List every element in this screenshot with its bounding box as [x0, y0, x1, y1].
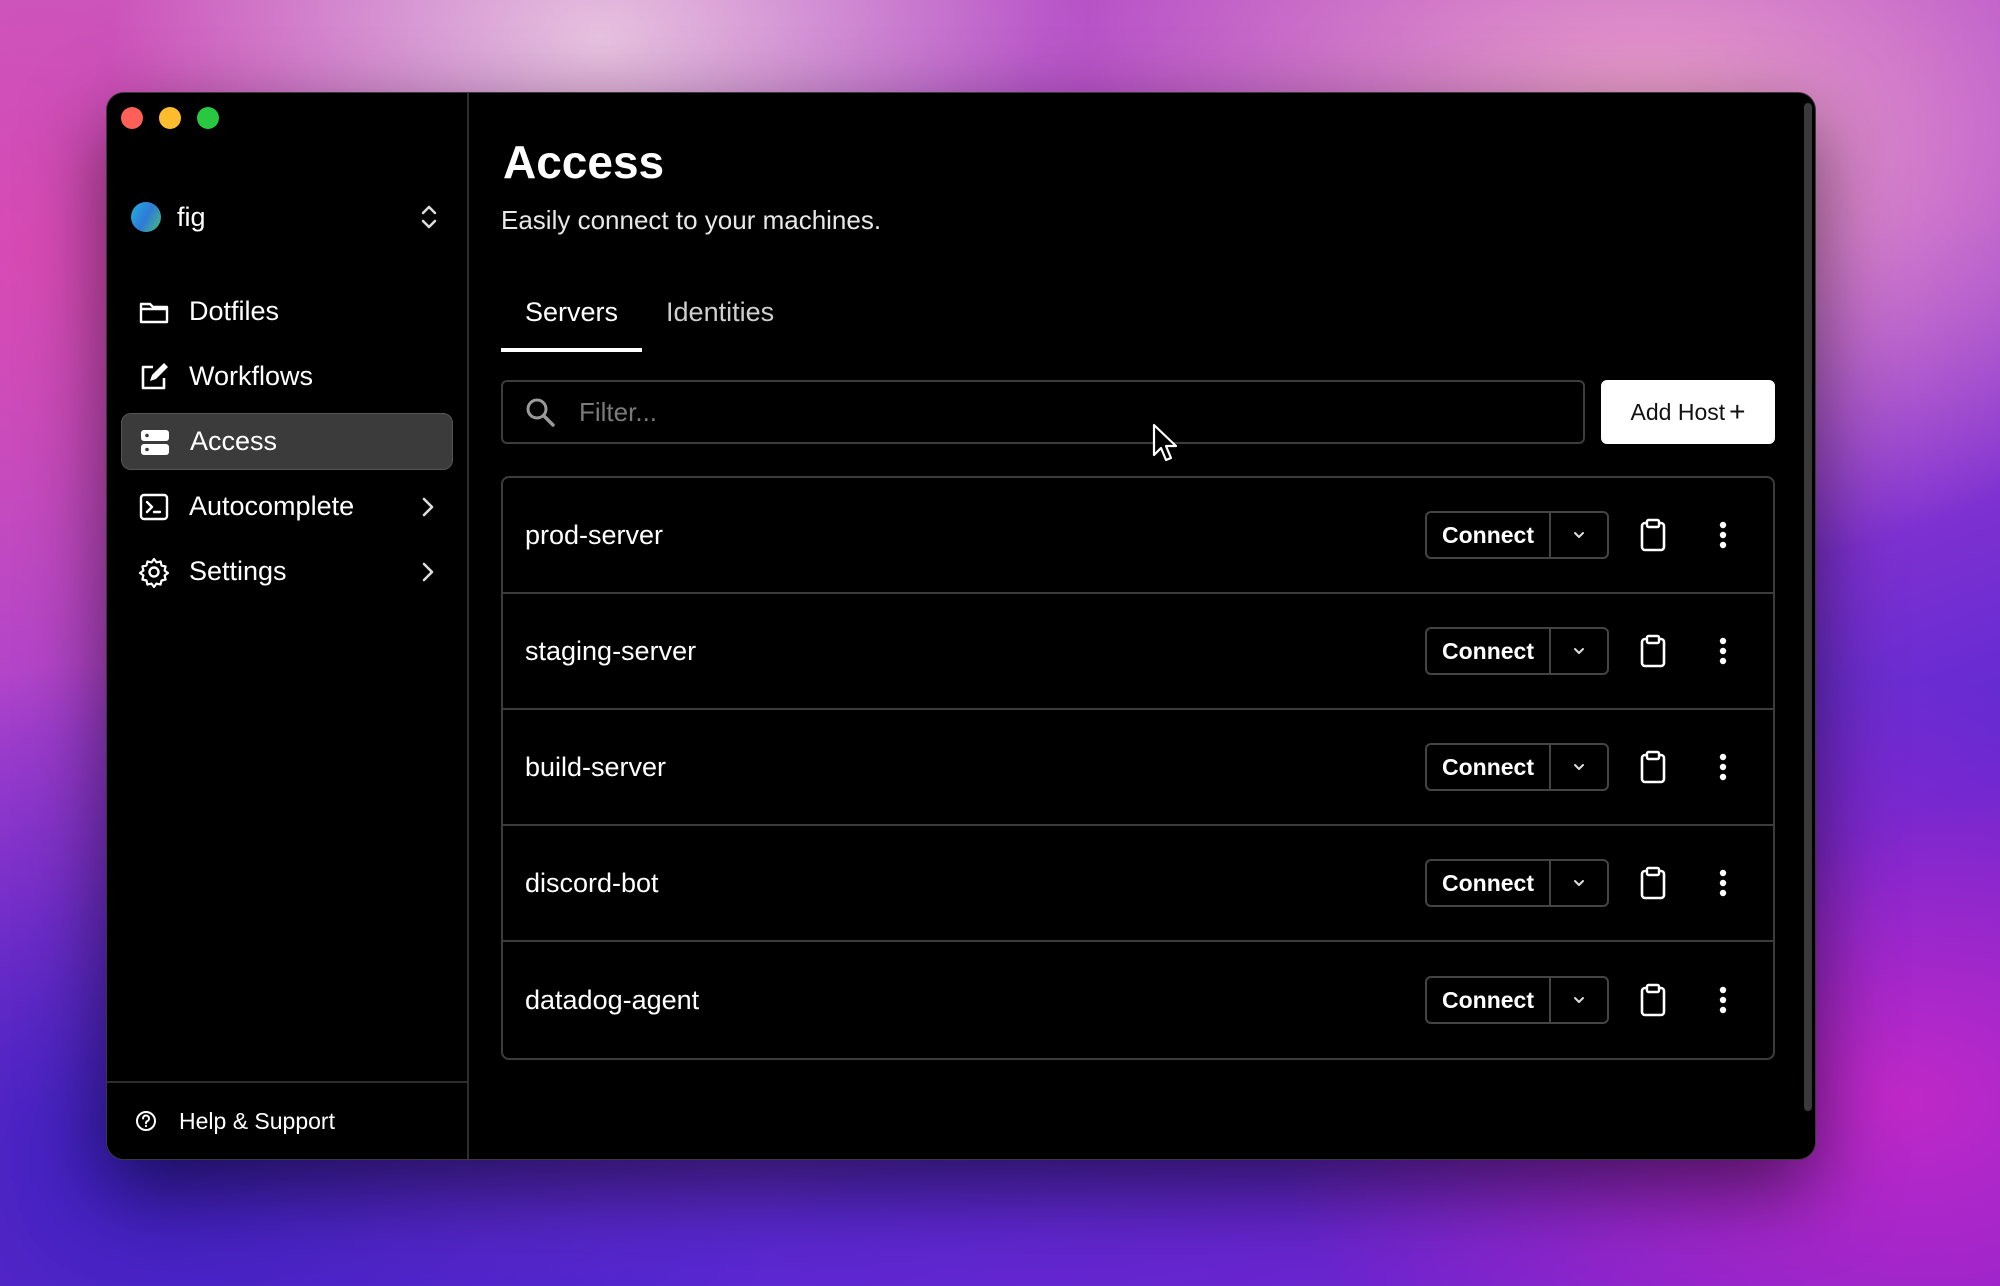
more-options-button[interactable]	[1713, 515, 1733, 555]
clipboard-icon	[1640, 634, 1666, 668]
server-row: build-server Connect	[503, 710, 1773, 826]
connect-split-button: Connect	[1425, 976, 1609, 1024]
server-name: staging-server	[525, 635, 697, 666]
plus-icon: +	[1729, 396, 1746, 427]
connect-split-button: Connect	[1425, 511, 1609, 559]
add-host-label: Add Host	[1630, 398, 1726, 425]
sidebar-item-label: Autocomplete	[189, 491, 355, 521]
workspace-name: fig	[177, 201, 206, 232]
connect-dropdown-button[interactable]	[1551, 861, 1607, 905]
sidebar-item-label: Workflows	[189, 361, 314, 391]
sidebar-item-autocomplete[interactable]: Autocomplete	[121, 478, 453, 535]
connect-split-button: Connect	[1425, 859, 1609, 907]
connect-button[interactable]: Connect	[1427, 629, 1551, 673]
sidebar-nav: Dotfiles Workflows Access Autocomplete S…	[121, 283, 453, 608]
sidebar: fig Dotfiles Workflows Access Autocomple…	[107, 93, 469, 1159]
workspace-logo-icon	[131, 202, 161, 232]
close-window-button[interactable]	[121, 107, 143, 129]
chevron-down-icon	[1574, 997, 1584, 1003]
server-list: prod-server Connect staging-server Conne…	[501, 476, 1775, 1060]
server-name: datadog-agent	[525, 984, 700, 1015]
tab-identities[interactable]: Identities	[642, 289, 798, 352]
filter-input[interactable]	[579, 396, 1479, 428]
chevron-down-icon	[1574, 764, 1584, 770]
clipboard-icon	[1640, 518, 1666, 552]
help-icon	[136, 1111, 156, 1131]
server-row: prod-server Connect	[503, 478, 1773, 594]
page-title: Access	[503, 136, 665, 188]
connect-dropdown-button[interactable]	[1551, 745, 1607, 789]
app-window: fig Dotfiles Workflows Access Autocomple…	[106, 92, 1816, 1160]
server-name: discord-bot	[525, 867, 659, 898]
gear-icon	[137, 555, 171, 589]
sidebar-item-dotfiles[interactable]: Dotfiles	[121, 283, 453, 340]
more-vertical-icon	[1719, 869, 1727, 897]
sidebar-item-access[interactable]: Access	[121, 413, 453, 470]
help-support-label: Help & Support	[179, 1107, 335, 1134]
copy-button[interactable]	[1635, 631, 1671, 671]
copy-button[interactable]	[1635, 980, 1671, 1020]
server-row: staging-server Connect	[503, 594, 1773, 710]
main-content: Access Easily connect to your machines. …	[471, 93, 1815, 1159]
sidebar-item-label: Settings	[189, 556, 287, 586]
copy-button[interactable]	[1635, 515, 1671, 555]
more-vertical-icon	[1719, 986, 1727, 1014]
chevron-down-icon	[1574, 532, 1584, 538]
connect-button[interactable]: Connect	[1427, 978, 1551, 1022]
chevron-down-icon	[1574, 648, 1584, 654]
server-name: build-server	[525, 751, 667, 782]
chevron-right-icon	[422, 562, 434, 581]
search-icon	[526, 398, 555, 427]
connect-button[interactable]: Connect	[1427, 861, 1551, 905]
add-host-button[interactable]: Add Host +	[1601, 380, 1775, 444]
sidebar-item-label: Dotfiles	[189, 296, 280, 326]
server-icon	[138, 425, 172, 459]
copy-button[interactable]	[1635, 747, 1671, 787]
maximize-window-button[interactable]	[197, 107, 219, 129]
page-subtitle: Easily connect to your machines.	[501, 205, 882, 235]
window-controls	[121, 107, 219, 129]
minimize-window-button[interactable]	[159, 107, 181, 129]
more-options-button[interactable]	[1713, 863, 1733, 903]
tab-bar: Servers Identities	[501, 289, 798, 352]
clipboard-icon	[1640, 866, 1666, 900]
connect-dropdown-button[interactable]	[1551, 629, 1607, 673]
copy-button[interactable]	[1635, 863, 1671, 903]
more-vertical-icon	[1719, 521, 1727, 549]
sidebar-item-settings[interactable]: Settings	[121, 543, 453, 600]
connect-dropdown-button[interactable]	[1551, 513, 1607, 557]
mouse-cursor-icon	[1152, 423, 1178, 462]
connect-split-button: Connect	[1425, 627, 1609, 675]
chevron-down-icon	[1574, 880, 1584, 886]
connect-button[interactable]: Connect	[1427, 745, 1551, 789]
more-vertical-icon	[1719, 753, 1727, 781]
connect-button[interactable]: Connect	[1427, 513, 1551, 557]
chevron-right-icon	[422, 497, 434, 516]
clipboard-icon	[1640, 983, 1666, 1017]
more-vertical-icon	[1719, 637, 1727, 665]
edit-icon	[137, 360, 171, 394]
connect-dropdown-button[interactable]	[1551, 978, 1607, 1022]
clipboard-icon	[1640, 750, 1666, 784]
more-options-button[interactable]	[1713, 980, 1733, 1020]
filter-field[interactable]	[501, 380, 1585, 444]
server-row: datadog-agent Connect	[503, 942, 1773, 1058]
folder-icon	[137, 295, 171, 329]
sidebar-item-workflows[interactable]: Workflows	[121, 348, 453, 405]
vertical-scrollbar[interactable]	[1804, 103, 1812, 1111]
more-options-button[interactable]	[1713, 747, 1733, 787]
more-options-button[interactable]	[1713, 631, 1733, 671]
chevron-up-down-icon	[421, 205, 437, 229]
connect-split-button: Connect	[1425, 743, 1609, 791]
terminal-icon	[137, 490, 171, 524]
server-name: prod-server	[525, 519, 664, 550]
help-support-link[interactable]: Help & Support	[107, 1081, 467, 1159]
server-row: discord-bot Connect	[503, 826, 1773, 942]
sidebar-item-label: Access	[190, 426, 278, 456]
tab-servers[interactable]: Servers	[501, 289, 643, 352]
workspace-switcher[interactable]: fig	[131, 197, 441, 237]
